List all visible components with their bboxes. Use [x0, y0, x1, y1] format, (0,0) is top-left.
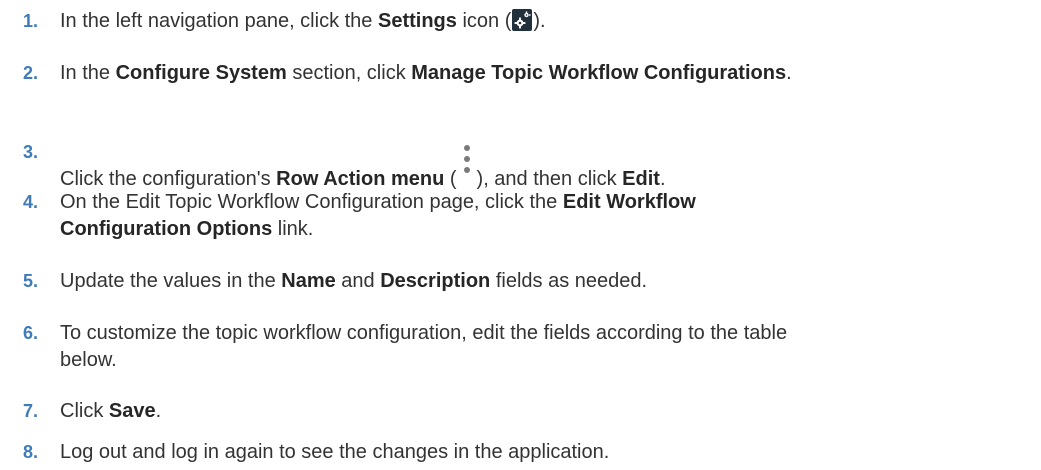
step-text: On the Edit Topic Workflow Configuration… — [60, 191, 696, 240]
step-number: 6. — [23, 323, 39, 343]
configure-system-label: Configure System — [115, 62, 287, 84]
description-field-label: Description — [380, 270, 491, 292]
step-number: 7. — [23, 401, 39, 421]
step-text: Click the configuration's Row Action men… — [60, 139, 1037, 193]
step-number: 3. — [23, 142, 39, 162]
settings-gear-icon — [512, 9, 533, 31]
step-number: 1. — [23, 11, 39, 31]
step-number: 8. — [23, 442, 39, 462]
step-text: To customize the topic workflow configur… — [60, 322, 788, 371]
name-field-label: Name — [281, 270, 336, 292]
save-label: Save — [108, 400, 156, 422]
step-text: Update the values in the Name and Descri… — [60, 270, 648, 292]
configuration-options-label: Configuration Options — [60, 218, 273, 240]
step-number: 4. — [23, 192, 39, 212]
step-text: In the Configure System section, click M… — [60, 62, 792, 84]
edit-workflow-label: Edit Workflow — [562, 191, 696, 213]
step-number: 2. — [23, 63, 39, 83]
settings-label: Settings — [377, 10, 457, 32]
step-number: 5. — [23, 271, 39, 291]
step-text: In the left navigation pane, click the S… — [60, 9, 546, 32]
procedure-steps: 1. In the left navigation pane, click th… — [0, 0, 1041, 470]
manage-topic-workflow-label: Manage Topic Workflow Configurations — [411, 62, 787, 84]
step-text: Log out and log in again to see the chan… — [60, 441, 610, 463]
step-text: Click Save. — [60, 400, 162, 422]
kebab-menu-icon — [458, 139, 476, 183]
edit-label: Edit — [622, 168, 660, 190]
row-action-menu-label: Row Action menu — [276, 168, 445, 190]
